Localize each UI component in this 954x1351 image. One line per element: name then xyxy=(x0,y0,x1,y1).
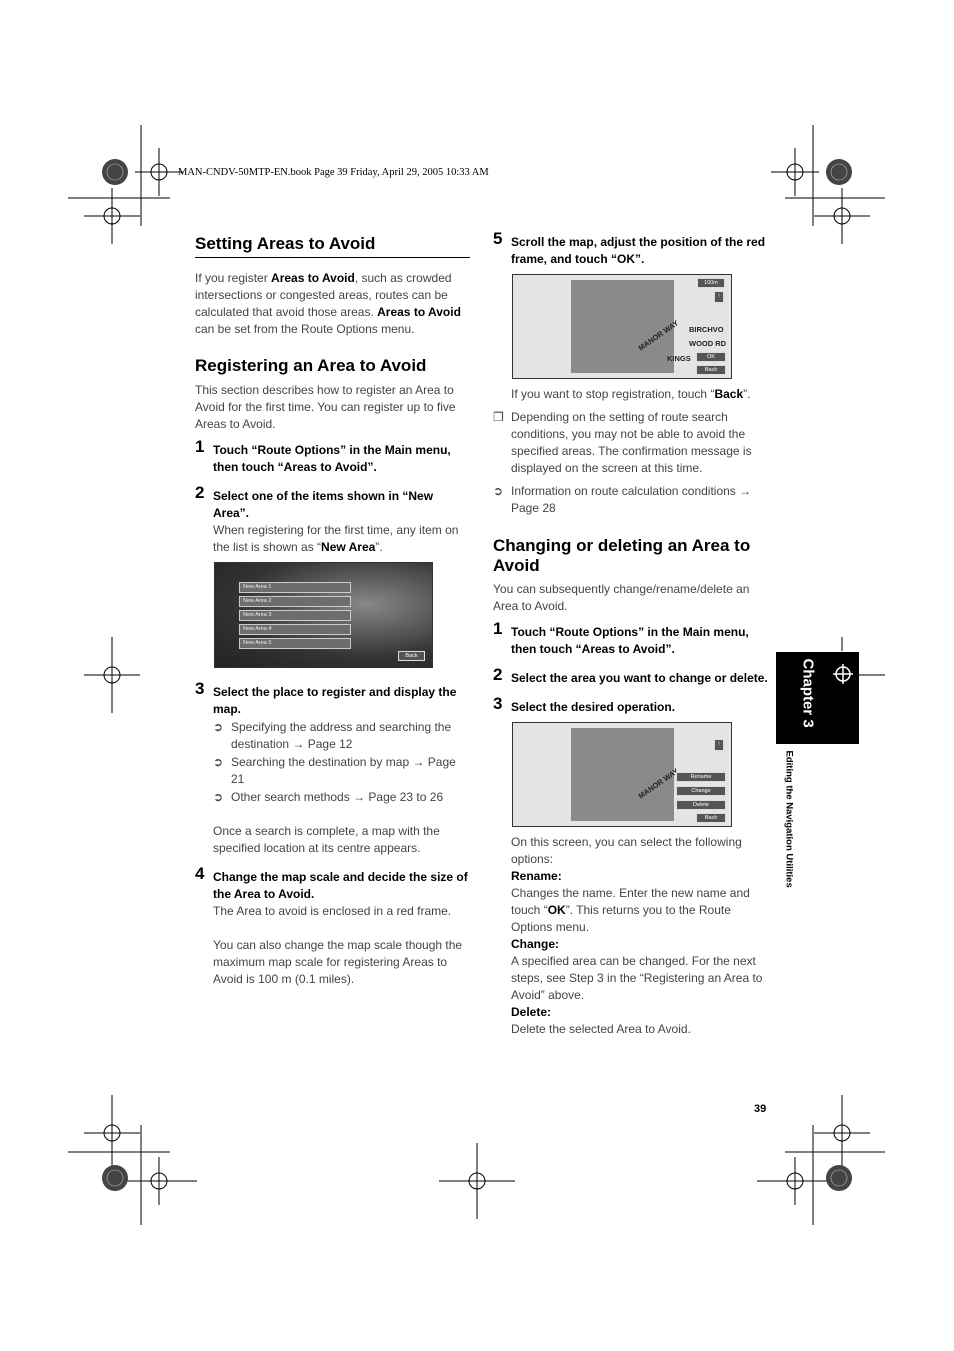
change-step-2: 2 Select the area you want to change or d… xyxy=(493,665,768,685)
registering-intro: This section describes how to register a… xyxy=(195,383,456,431)
step-3: 3 Select the place to register and displa… xyxy=(195,679,457,716)
new-area-3-button[interactable]: New Area 3 xyxy=(239,610,351,621)
step-4-desc: The Area to avoid is enclosed in a red f… xyxy=(213,904,452,918)
north-icon[interactable]: ↑ xyxy=(714,739,724,751)
change-heading: Change: xyxy=(511,937,559,951)
page-number: 39 xyxy=(754,1103,767,1115)
delete-button[interactable]: Delete xyxy=(676,800,726,810)
new-area-screen: New Area 1 New Area 2 New Area 3 New Are… xyxy=(214,562,433,668)
step-4-note: You can also change the map scale though… xyxy=(213,938,463,986)
rename-button[interactable]: Rename xyxy=(676,772,726,782)
section-side-label: Editing the Navigation Utilities xyxy=(783,750,795,888)
map-label: BIRCHVO xyxy=(689,325,724,334)
section-title: Setting Areas to Avoid xyxy=(195,234,470,258)
rename-desc: Changes the name. Enter the new name and… xyxy=(511,886,750,934)
options-intro: On this screen, you can select the follo… xyxy=(511,835,742,866)
back-button[interactable]: Back xyxy=(696,813,726,823)
new-area-4-button[interactable]: New Area 4 xyxy=(239,624,351,635)
stop-text: If you want to stop registration, touch … xyxy=(511,387,751,401)
bullet: ➲ Other search methods → Page 23 to 26 xyxy=(213,790,444,804)
subsection-title: Registering an Area to Avoid xyxy=(195,356,427,375)
step-2: 2 Select one of the items shown in “New A… xyxy=(195,483,434,520)
north-icon[interactable]: ↑ xyxy=(714,291,724,303)
step-2-desc: When registering for the first time, any… xyxy=(213,523,459,554)
bullet: ➲ Specifying the address and searching th… xyxy=(213,720,452,751)
area-operation-screen: ↑ MANOR WAY Rename Change Delete Back xyxy=(512,722,732,827)
step-4: 4 Change the map scale and decide the siz… xyxy=(195,864,468,901)
map-label: KINGS xyxy=(667,354,691,363)
delete-heading: Delete: xyxy=(511,1005,552,1019)
chapter-tab: Chapter 3 xyxy=(776,652,859,744)
subsection-title: Changing or deleting an Area to Avoid xyxy=(493,536,751,575)
change-step-3: 3 Select the desired operation. xyxy=(493,694,676,714)
avoid-area-frame[interactable] xyxy=(571,280,674,373)
ok-button[interactable]: OK xyxy=(696,352,726,362)
step-1: 1 Touch “Route Options” in the Main menu,… xyxy=(195,437,451,474)
back-button[interactable]: Back xyxy=(398,651,425,661)
registration-mark-icon xyxy=(833,664,853,684)
map-label: WOOD RD xyxy=(689,339,727,348)
scale-button[interactable]: 100m xyxy=(697,278,725,288)
intro-text: If you register Areas to Avoid, such as … xyxy=(195,271,461,336)
new-area-1-button[interactable]: New Area 1 xyxy=(239,582,351,593)
map-adjust-screen: 100m ↑ BIRCHVO WOOD RD KINGS MANOR WAY O… xyxy=(512,274,732,379)
step-5: 5 Scroll the map, adjust the position of … xyxy=(493,229,766,266)
rename-heading: Rename: xyxy=(511,869,562,883)
change-step-1: 1 Touch “Route Options” in the Main menu,… xyxy=(493,619,749,656)
change-button[interactable]: Change xyxy=(676,786,726,796)
avoid-area-frame xyxy=(571,728,674,821)
bullet: ➲ Searching the destination by map → Page… xyxy=(213,755,456,786)
new-area-2-button[interactable]: New Area 2 xyxy=(239,596,351,607)
chapter-label: Chapter 3 xyxy=(799,658,817,728)
step-3-desc: Once a search is complete, a map with th… xyxy=(213,824,440,855)
back-button[interactable]: Back xyxy=(696,365,726,375)
note: ❐ Depending on the setting of route searc… xyxy=(493,410,752,475)
print-header: MAN-CNDV-50MTP-EN.book Page 39 Friday, A… xyxy=(178,167,489,178)
changing-intro: You can subsequently change/rename/delet… xyxy=(493,582,750,613)
delete-desc: Delete the selected Area to Avoid. xyxy=(511,1022,691,1036)
new-area-5-button[interactable]: New Area 5 xyxy=(239,638,351,649)
change-desc: A specified area can be changed. For the… xyxy=(511,954,763,1002)
reference: ➲ Information on route calculation condit… xyxy=(493,484,752,515)
